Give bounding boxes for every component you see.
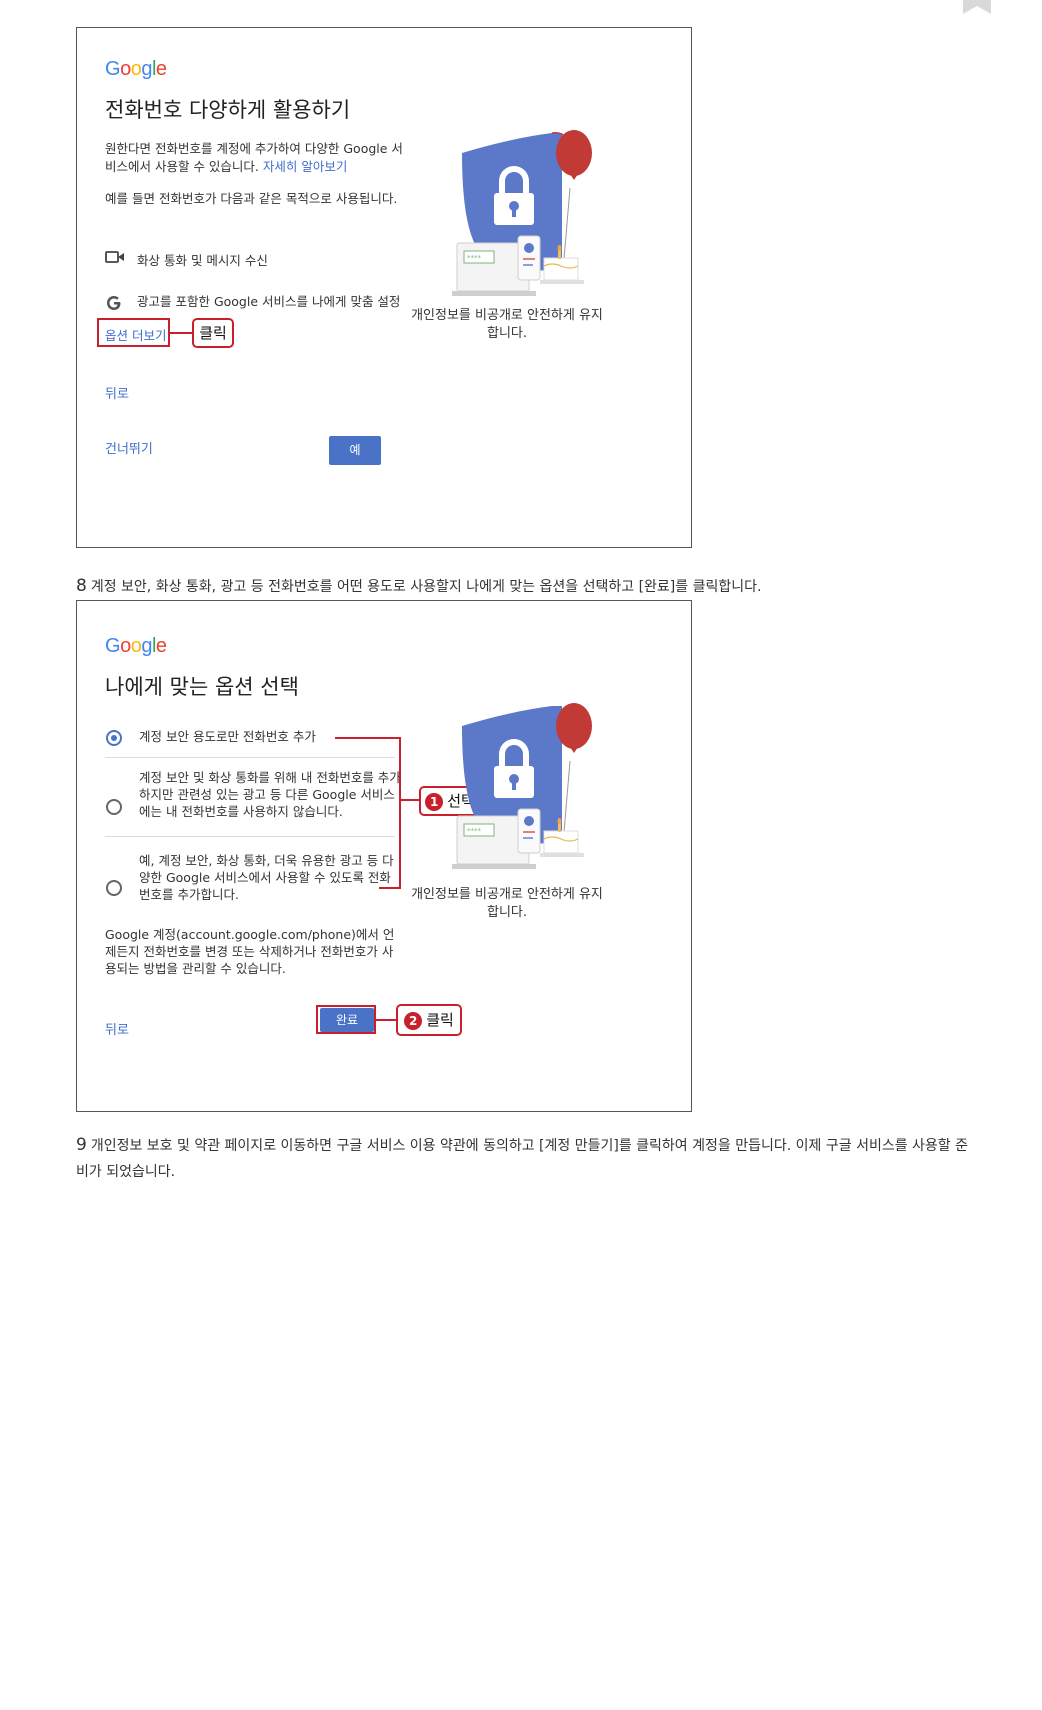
option-all-services-label: 예, 계정 보안, 화상 통화, 더욱 유용한 광고 등 다양한 Google …: [139, 853, 394, 902]
option-connector: [399, 737, 401, 889]
security-shield-lock-illustration: ****: [452, 703, 592, 869]
svg-text:****: ****: [467, 827, 482, 835]
step-number: 9: [76, 1135, 87, 1155]
skip-link[interactable]: 건너뛰기: [105, 438, 153, 457]
google-logo: Google: [105, 635, 167, 657]
screenshot-phone-number-usage: Google 전화번호 다양하게 활용하기 원한다면 전화번호를 계정에 추가하…: [76, 27, 692, 548]
screenshot-choose-options: Google 나에게 맞는 옵션 선택 계정 보안 용도로만 전화번호 추가 계…: [76, 600, 692, 1112]
callout-number: 2: [404, 1011, 423, 1030]
callout-number: 1: [425, 792, 444, 811]
feature-ads: 광고를 포함한 Google 서비스를 나에게 맞춤 설정: [105, 294, 405, 316]
yes-button[interactable]: 예: [329, 436, 381, 465]
divider: [105, 836, 395, 837]
back-link[interactable]: 뒤로: [105, 383, 129, 402]
illustration-caption: 개인정보를 비공개로 안전하게 유지합니다.: [411, 887, 603, 920]
option-connector: [379, 887, 400, 889]
option-connector: [335, 737, 400, 739]
svg-text:****: ****: [467, 254, 482, 262]
option-connector: [399, 799, 419, 801]
example-text: 예를 들면 전화번호가 다음과 같은 목적으로 사용됩니다.: [105, 191, 398, 206]
page-title: 나에게 맞는 옵션 선택: [105, 675, 299, 699]
step-text: 계정 보안, 화상 통화, 광고 등 전화번호를 어떤 용도로 사용할지 나에게…: [90, 579, 762, 595]
option-all-services-radio[interactable]: [106, 880, 122, 896]
done-highlight: [316, 1005, 376, 1034]
divider: [105, 757, 395, 758]
learn-more-link[interactable]: 자세히 알아보기: [263, 159, 347, 174]
option-no-ads-label: 계정 보안 및 화상 통화를 위해 내 전화번호를 추가하지만 관련성 있는 광…: [139, 770, 401, 819]
footer-note: Google 계정(account.google.com/phone)에서 언제…: [105, 927, 395, 976]
page-title: 전화번호 다양하게 활용하기: [105, 98, 351, 122]
option-no-ads-radio[interactable]: [106, 799, 122, 815]
callout-connector: [170, 332, 192, 334]
step-text: 개인정보 보호 및 약관 페이지로 이동하면 구글 서비스 이용 약관에 동의하…: [76, 1138, 969, 1180]
more-options-highlight: [97, 318, 170, 347]
step-number: 8: [76, 576, 87, 596]
click-callout: 클릭: [192, 318, 234, 348]
click-callout: 2 클릭: [396, 1004, 462, 1036]
security-shield-lock-illustration: ****: [452, 130, 592, 296]
bookmark-icon[interactable]: [963, 0, 991, 14]
google-g-icon: [105, 294, 137, 316]
video-camera-icon: [105, 250, 137, 267]
google-logo: Google: [105, 58, 167, 80]
step-8-instruction: 8 계정 보안, 화상 통화, 광고 등 전화번호를 어떤 용도로 사용할지 나에…: [76, 576, 761, 596]
option-security-only-radio[interactable]: [106, 730, 122, 746]
feature-video: 화상 통화 및 메시지 수신: [105, 250, 405, 269]
intro-text: 원한다면 전화번호를 계정에 추가하여 다양한 Google 서비스에서 사용할…: [105, 141, 403, 174]
illustration-caption: 개인정보를 비공개로 안전하게 유지합니다.: [411, 308, 603, 341]
step-9-instruction: 9 개인정보 보호 및 약관 페이지로 이동하면 구글 서비스 이용 약관에 동의…: [76, 1132, 976, 1185]
callout-connector: [376, 1019, 396, 1021]
back-link[interactable]: 뒤로: [105, 1019, 129, 1038]
